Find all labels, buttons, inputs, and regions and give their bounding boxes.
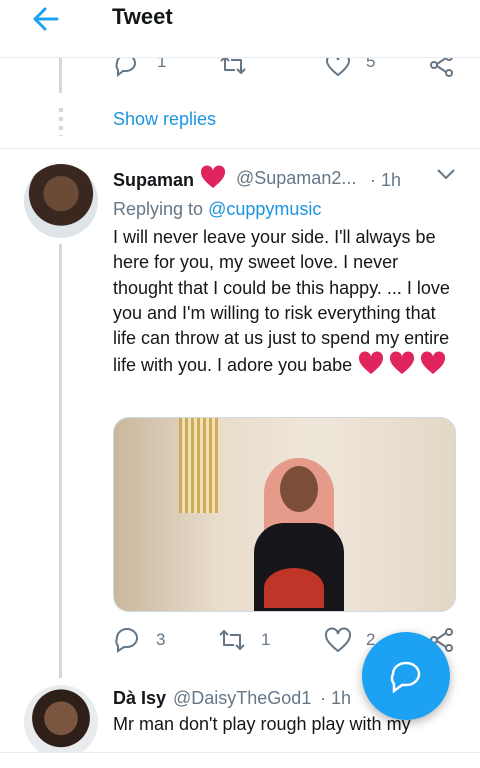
thread-dots (59, 108, 63, 136)
show-replies-link[interactable]: Show replies (113, 109, 216, 130)
compose-icon (389, 659, 423, 698)
photo-subject-face (280, 466, 318, 512)
retweet-icon[interactable] (217, 627, 247, 653)
author-handle[interactable]: @DaisyTheGod1 (173, 688, 311, 709)
chandelier (179, 418, 219, 513)
author-name[interactable]: Dà Isy (113, 688, 166, 709)
avatar[interactable] (24, 164, 98, 238)
author-name[interactable]: Supaman (113, 170, 194, 191)
thread-line (59, 57, 62, 93)
tweet-media-image[interactable] (113, 417, 456, 612)
retweet-count: 1 (261, 630, 271, 649)
tweet-text: Mr man don't play rough play with my (113, 714, 411, 734)
reply-count: 3 (156, 630, 166, 649)
replying-to: Replying to @cuppymusic (113, 199, 321, 220)
like-icon[interactable] (324, 627, 352, 653)
tweet-text: I will never leave your side. I'll alway… (113, 225, 458, 383)
heart-emoji-icon (199, 164, 227, 195)
compose-button[interactable] (362, 632, 450, 720)
photo-subject-pattern (264, 568, 324, 608)
thread-line (59, 244, 62, 678)
chevron-down-icon[interactable] (436, 167, 456, 186)
page-title: Tweet (112, 4, 173, 29)
avatar[interactable] (24, 685, 98, 759)
reply-icon[interactable] (113, 627, 141, 653)
bottom-nav-bar (0, 752, 480, 768)
heart-emoji-icon (357, 351, 447, 382)
top-app-bar: Tweet (0, 0, 480, 58)
tweet-time: · 1h (320, 688, 352, 708)
author-handle[interactable]: @Supaman2... (236, 168, 356, 189)
back-arrow-icon[interactable] (30, 5, 62, 33)
replying-label: Replying to (113, 199, 204, 219)
divider (0, 148, 480, 149)
tweet-time: · 1h (370, 170, 402, 190)
mention-link[interactable]: @cuppymusic (208, 199, 321, 219)
